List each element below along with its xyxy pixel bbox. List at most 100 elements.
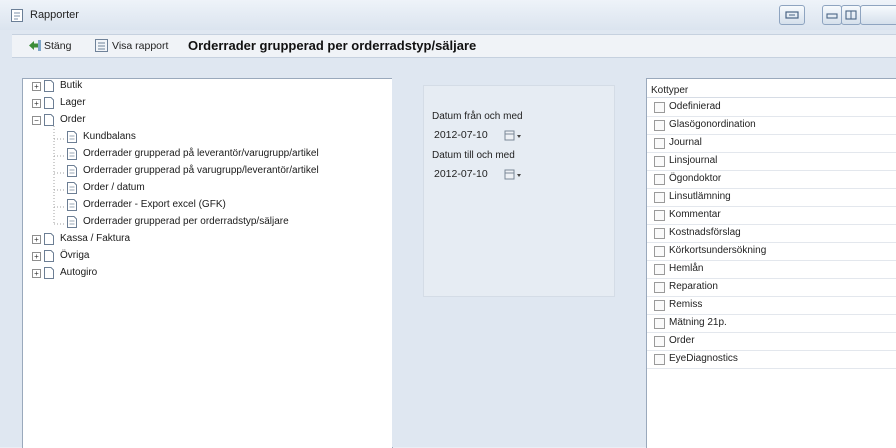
kottyp-row[interactable]: Kostnadsförslag: [647, 224, 896, 243]
kottyp-checkbox[interactable]: [654, 192, 665, 203]
kottyp-checkbox[interactable]: [654, 210, 665, 221]
tree-node-label: Lager: [60, 97, 86, 108]
tree-node-label: Orderrader grupperad per orderradstyp/sä…: [83, 216, 289, 227]
kottyp-row[interactable]: Ögondoktor: [647, 170, 896, 189]
expand-toggle-icon[interactable]: +: [32, 99, 41, 108]
view-report-icon[interactable]: [95, 39, 108, 52]
tree-node-label: Kassa / Faktura: [60, 233, 131, 244]
maximize-button[interactable]: [841, 5, 861, 25]
kottyp-checkbox[interactable]: [654, 354, 665, 365]
kottyp-row[interactable]: Mätning 21p.: [647, 314, 896, 333]
document-icon: [44, 80, 54, 92]
maximize-icon: [845, 10, 857, 20]
kottyp-row[interactable]: Linsjournal: [647, 152, 896, 171]
kottyp-row[interactable]: Journal: [647, 134, 896, 153]
kottyp-label: Journal: [669, 137, 702, 148]
kottyp-label: Körkortsundersökning: [669, 245, 767, 256]
calendar-dropdown-icon[interactable]: [504, 169, 524, 181]
tree-node-label: Autogiro: [60, 267, 98, 278]
kottyp-label: Linsjournal: [669, 155, 718, 166]
tree-node-label: Orderrader grupperad på leverantör/varug…: [83, 148, 319, 159]
kottyp-row[interactable]: Hemlån: [647, 260, 896, 279]
kottyp-checkbox[interactable]: [654, 174, 665, 185]
expand-toggle-icon[interactable]: +: [32, 269, 41, 278]
kottyper-header: Kottyper: [647, 79, 896, 98]
report-document-icon: [67, 165, 77, 177]
kottyp-label: Reparation: [669, 281, 718, 292]
kottyp-row[interactable]: Linsutlämning: [647, 188, 896, 207]
kottyp-checkbox[interactable]: [654, 156, 665, 167]
document-icon: [44, 250, 54, 262]
minimize-icon: [826, 13, 838, 19]
kottyp-row[interactable]: EyeDiagnostics: [647, 350, 896, 369]
kottyp-checkbox[interactable]: [654, 120, 665, 131]
tree-node-label: Butik: [60, 80, 83, 91]
window-title: Rapporter: [30, 9, 79, 21]
kottyp-checkbox[interactable]: [654, 264, 665, 275]
tree-node-label: Övriga: [60, 250, 90, 261]
report-title: Orderrader grupperad per orderradstyp/sä…: [188, 38, 477, 53]
tree-node-label: Order / datum: [83, 182, 145, 193]
restore-window-button[interactable]: [779, 5, 805, 25]
expand-toggle-icon[interactable]: +: [32, 252, 41, 261]
document-icon: [44, 114, 54, 126]
title-bar: Rapporter: [0, 0, 896, 30]
expand-toggle-icon[interactable]: +: [32, 82, 41, 91]
tree-node-label: Order: [60, 114, 86, 125]
tree-connector-lines: [53, 126, 65, 225]
close-report-icon[interactable]: [28, 39, 42, 52]
kottyp-label: EyeDiagnostics: [669, 353, 738, 364]
window-left-edge: [6, 60, 12, 447]
date-to-label: Datum till och med: [432, 150, 515, 161]
kottyp-row[interactable]: Order: [647, 332, 896, 351]
kottyp-row[interactable]: Reparation: [647, 278, 896, 297]
kottyp-checkbox[interactable]: [654, 282, 665, 293]
date-to-field[interactable]: 2012-07-10: [434, 168, 488, 180]
kottyp-checkbox[interactable]: [654, 318, 665, 329]
date-from-label: Datum från och med: [432, 111, 523, 122]
kottyp-checkbox[interactable]: [654, 138, 665, 149]
report-window: Rapporter Stäng Visa rapport Orderrader …: [0, 0, 896, 448]
document-icon: [44, 233, 54, 245]
tree-node-label: Kundbalans: [83, 131, 136, 142]
kottyp-label: Odefinierad: [669, 101, 721, 112]
kottyp-checkbox[interactable]: [654, 300, 665, 311]
kottyp-checkbox[interactable]: [654, 228, 665, 239]
kottyp-label: Mätning 21p.: [669, 317, 727, 328]
tree-node-label: Orderrader - Export excel (GFK): [83, 199, 226, 210]
close-window-button[interactable]: [860, 5, 896, 25]
kottyp-label: Kostnadsförslag: [669, 227, 741, 238]
kottyp-label: Hemlån: [669, 263, 704, 274]
kottyp-row[interactable]: Glasögonordination: [647, 116, 896, 135]
kottyper-header-label: Kottyper: [651, 85, 689, 96]
report-document-icon: [67, 148, 77, 160]
show-report-button[interactable]: Visa rapport: [112, 40, 168, 52]
expand-toggle-icon[interactable]: +: [32, 235, 41, 244]
kottyp-label: Remiss: [669, 299, 703, 310]
kottyper-list: Kottyper Odefinierad Glasögonordination Jo…: [646, 78, 896, 448]
document-icon: [44, 267, 54, 279]
date-from-field[interactable]: 2012-07-10: [434, 129, 488, 141]
kottyp-label: Linsutlämning: [669, 191, 731, 202]
kottyp-checkbox[interactable]: [654, 246, 665, 257]
kottyp-checkbox[interactable]: [654, 336, 665, 347]
expand-toggle-icon[interactable]: −: [32, 116, 41, 125]
report-document-icon: [67, 182, 77, 194]
close-report-button[interactable]: Stäng: [44, 40, 71, 52]
document-icon: [44, 97, 54, 109]
calendar-dropdown-icon[interactable]: [504, 130, 524, 142]
toolbar: Stäng Visa rapport Orderrader grupperad …: [12, 34, 896, 58]
report-document-icon: [67, 216, 77, 228]
kottyp-row[interactable]: Remiss: [647, 296, 896, 315]
report-icon: [11, 9, 23, 22]
kottyp-row[interactable]: Kommentar: [647, 206, 896, 225]
report-document-icon: [67, 131, 77, 143]
restore-icon: [785, 11, 799, 19]
kottyp-checkbox[interactable]: [654, 102, 665, 113]
minimize-button[interactable]: [822, 5, 842, 25]
tree-node-label: Orderrader grupperad på varugrupp/levera…: [83, 165, 319, 176]
kottyp-label: Order: [669, 335, 695, 346]
kottyp-row[interactable]: Körkortsundersökning: [647, 242, 896, 261]
report-tree: + Butik + Lager − Order Kundbalans Orderrader g…: [22, 78, 393, 448]
kottyp-row[interactable]: Odefinierad: [647, 98, 896, 117]
